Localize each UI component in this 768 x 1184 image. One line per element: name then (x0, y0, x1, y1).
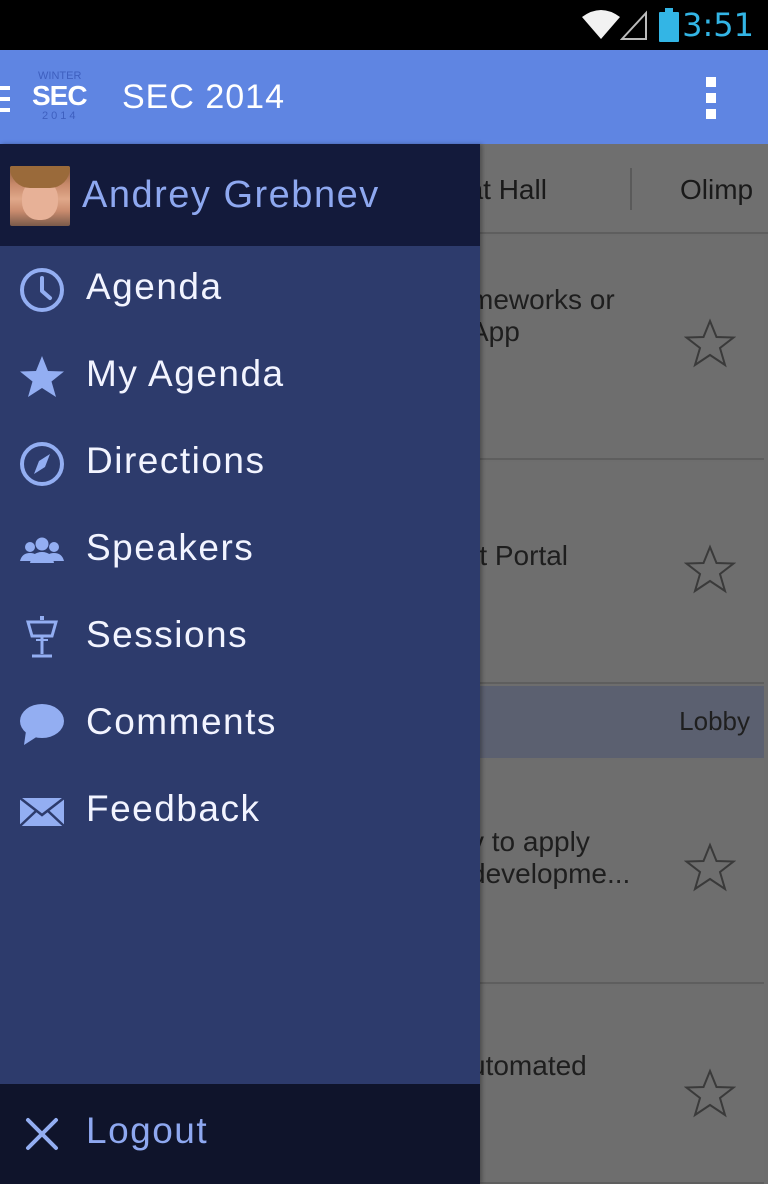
action-bar (0, 50, 768, 144)
logout-label: Logout (86, 1110, 209, 1151)
status-bar: 3:51 (0, 0, 768, 50)
hamburger-icon[interactable] (0, 86, 10, 112)
overflow-menu-icon[interactable] (704, 77, 718, 119)
people-icon (20, 537, 64, 563)
drawer-item-feedback[interactable]: Feedback (0, 768, 480, 854)
drawer-item-label: Feedback (86, 788, 261, 829)
speech-bubble-icon (20, 704, 64, 745)
favorite-star-icon[interactable] (684, 318, 736, 370)
tab-divider (630, 168, 632, 210)
lobby-label: Lobby (679, 706, 750, 736)
drawer-item-label: Comments (86, 701, 277, 742)
drawer-item-comments[interactable]: Comments (0, 681, 480, 767)
app-title: SEC 2014 (122, 78, 285, 116)
drawer-item-sessions[interactable]: Sessions (0, 594, 480, 680)
avatar-hair (10, 166, 70, 188)
tab-olimp[interactable]: Olimp (680, 174, 753, 206)
logo-main-text: SEC (32, 80, 88, 111)
star-icon (20, 356, 64, 397)
drawer-item-speakers[interactable]: Speakers (0, 507, 480, 593)
favorite-star-icon[interactable] (684, 842, 736, 894)
session-title: v to apply developme... (470, 826, 631, 889)
avatar (10, 166, 70, 226)
envelope-icon (19, 797, 65, 827)
logo-bottom-text: 2014 (42, 110, 79, 122)
wifi-icon (582, 10, 620, 39)
drawer-item-agenda[interactable]: Agenda (0, 246, 480, 332)
clock-icon (20, 268, 64, 312)
drawer-item-label: Agenda (86, 266, 223, 307)
favorite-star-icon[interactable] (684, 1068, 736, 1120)
drawer-item-label: Speakers (86, 527, 255, 568)
signal-icon (620, 10, 647, 40)
session-title: meworks or App (470, 284, 615, 347)
drawer-item-my-agenda[interactable]: My Agenda (0, 333, 480, 419)
user-name: Andrey Grebnev (82, 174, 380, 216)
podium-icon (26, 616, 58, 658)
navigation-drawer: Andrey Grebnev Agenda My Agenda Directio… (0, 144, 480, 1184)
session-title: utomated (470, 1050, 587, 1081)
session-title: rt Portal (470, 540, 569, 571)
drawer-item-label: My Agenda (86, 353, 285, 394)
close-icon (26, 1118, 58, 1150)
drawer-item-label: Directions (86, 440, 266, 481)
app-logo[interactable]: WINTER SEC 2014 (30, 68, 98, 126)
battery-icon (659, 8, 679, 42)
status-time: 3:51 (682, 6, 754, 44)
drawer-item-label: Sessions (86, 614, 249, 655)
drawer-item-directions[interactable]: Directions (0, 420, 480, 506)
drawer-header[interactable]: Andrey Grebnev (0, 144, 480, 246)
logout-button[interactable]: Logout (0, 1084, 480, 1184)
compass-icon (20, 442, 64, 486)
favorite-star-icon[interactable] (684, 544, 736, 596)
